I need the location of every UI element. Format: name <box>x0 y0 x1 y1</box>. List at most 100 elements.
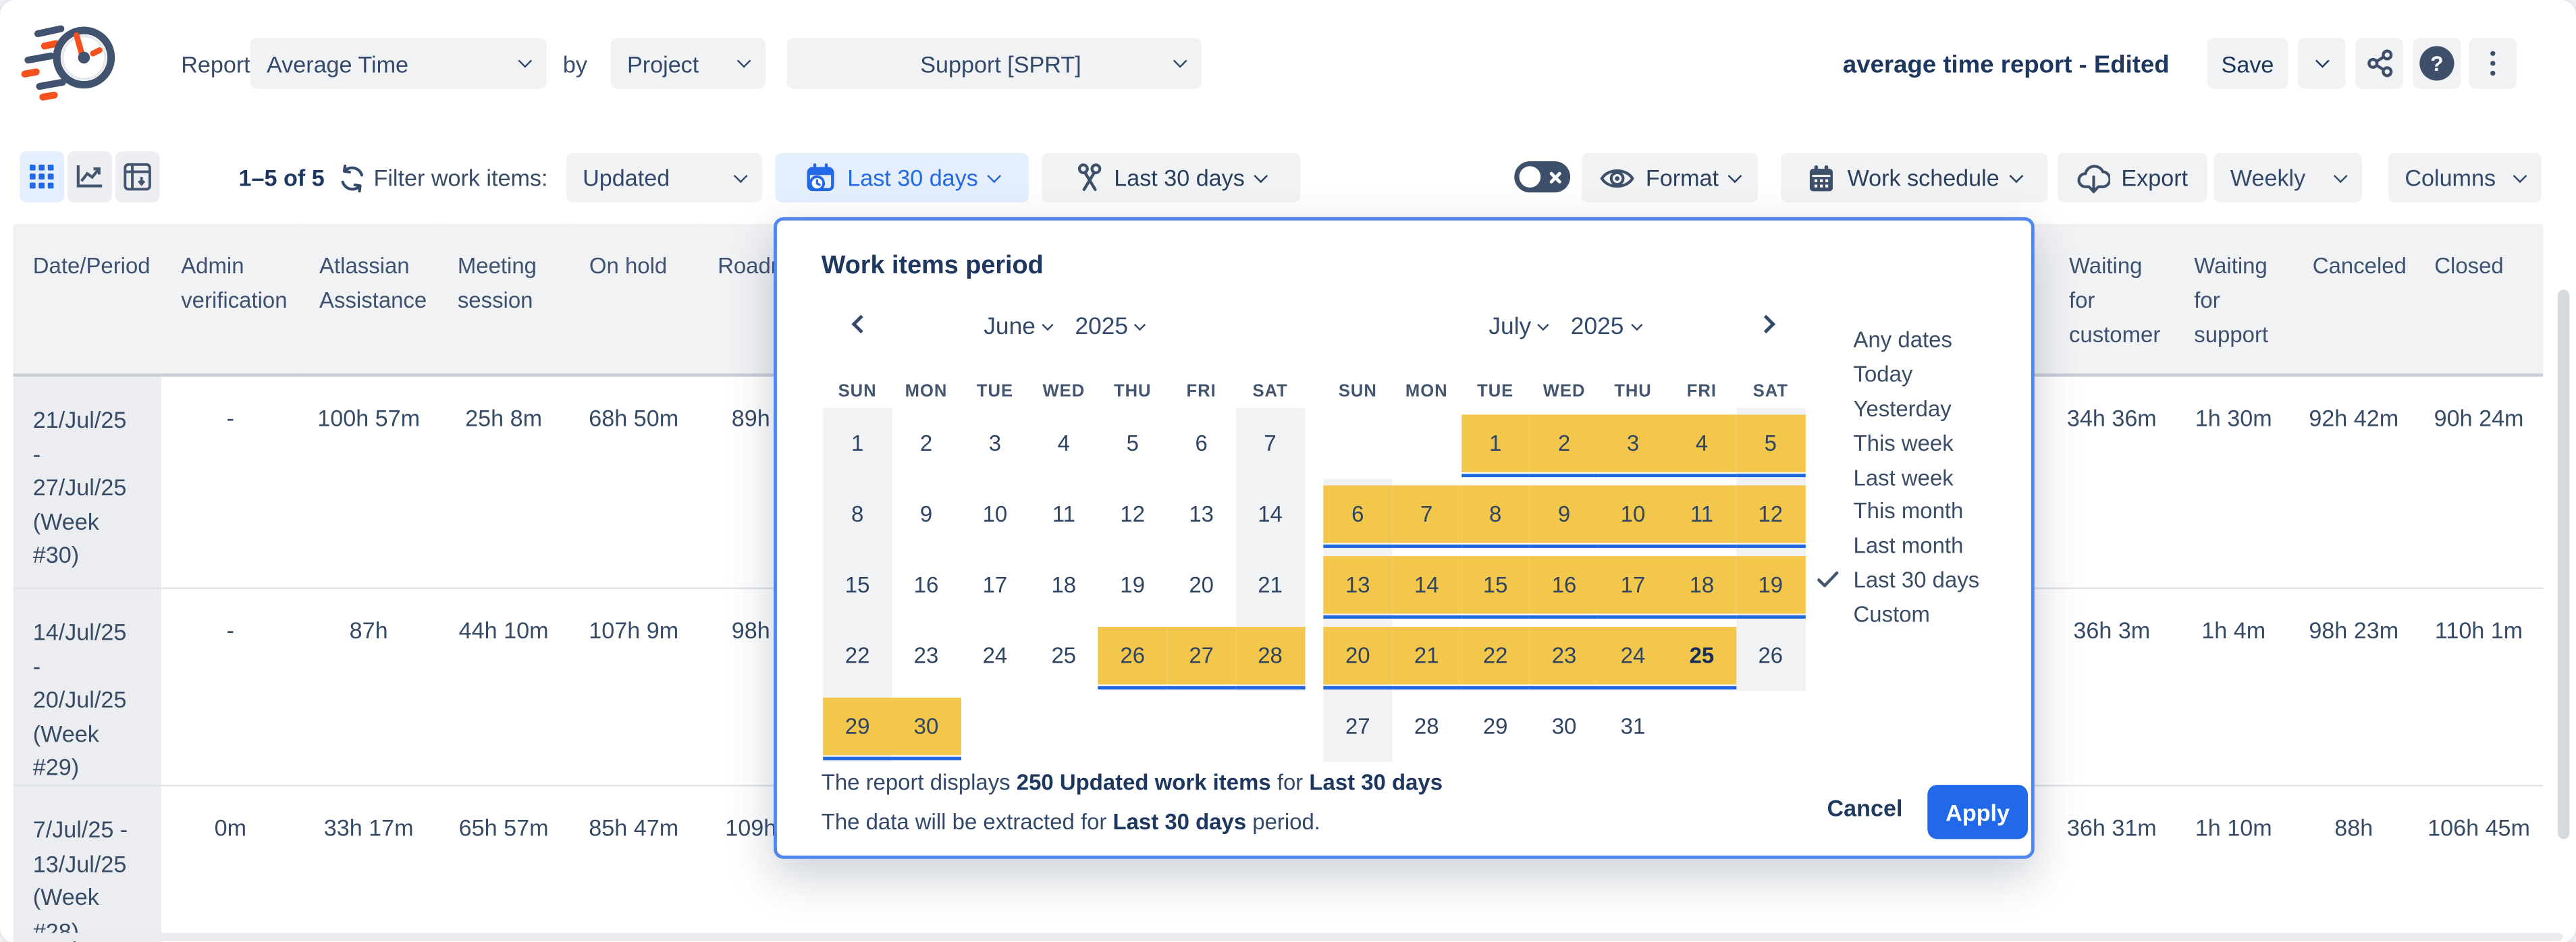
format-button[interactable]: Format <box>1582 153 1758 202</box>
calendar-day[interactable]: 31 <box>1599 691 1667 762</box>
calendar-day[interactable]: 27 <box>1323 691 1392 762</box>
calendar-day[interactable]: 2 <box>892 408 961 479</box>
calendar-day[interactable]: 15 <box>1461 549 1530 620</box>
calendar-day[interactable]: 16 <box>1530 549 1599 620</box>
calendar-day[interactable]: 21 <box>1236 549 1305 620</box>
calendar-day[interactable]: 22 <box>823 620 892 691</box>
work-schedule-button[interactable]: Work schedule <box>1781 153 2047 202</box>
calendar-day[interactable]: 28 <box>1236 620 1305 691</box>
calendar-day[interactable]: 19 <box>1098 549 1167 620</box>
share-button[interactable] <box>2355 38 2403 89</box>
calendar-day[interactable]: 24 <box>1599 620 1667 691</box>
help-button[interactable]: ? <box>2413 38 2461 89</box>
calendar-day[interactable]: 12 <box>1736 479 1805 550</box>
calendar-day[interactable]: 13 <box>1167 479 1236 550</box>
horizontal-scrollbar[interactable] <box>14 933 2563 941</box>
calendar-day[interactable]: 7 <box>1236 408 1305 479</box>
calendar-day[interactable]: 29 <box>1461 691 1530 762</box>
preset-this-month[interactable]: This month <box>1854 495 2025 529</box>
calendar-day[interactable]: 30 <box>1530 691 1599 762</box>
calendar-day[interactable]: 5 <box>1736 408 1805 479</box>
calendar-day[interactable]: 11 <box>1667 479 1736 550</box>
calendar-day[interactable]: 23 <box>892 620 961 691</box>
project-select[interactable]: Support [SPRT] <box>787 38 1202 89</box>
calendar-day[interactable]: 20 <box>1323 620 1392 691</box>
preset-any-dates[interactable]: Any dates <box>1854 323 2025 357</box>
view-pivot-button[interactable] <box>115 151 160 202</box>
calendar-day[interactable]: 22 <box>1461 620 1530 691</box>
calendar-day[interactable]: 21 <box>1392 620 1461 691</box>
view-grid-button[interactable] <box>20 151 64 202</box>
calendar-day[interactable]: 14 <box>1236 479 1305 550</box>
preset-yesterday[interactable]: Yesterday <box>1854 391 2025 426</box>
calendar-day[interactable]: 26 <box>1098 620 1167 691</box>
calendar-day[interactable]: 24 <box>961 620 1029 691</box>
refresh-button[interactable] <box>334 160 371 196</box>
preset-this-week[interactable]: This week <box>1854 426 2025 460</box>
calendar-day[interactable]: 7 <box>1392 479 1461 550</box>
calendar-day[interactable]: 12 <box>1098 479 1167 550</box>
calendar-day[interactable]: 14 <box>1392 549 1461 620</box>
preset-last-30-days[interactable]: Last 30 days <box>1854 563 2025 597</box>
preset-last-month[interactable]: Last month <box>1854 529 2025 563</box>
work-items-period-button[interactable]: Last 30 days <box>775 153 1028 202</box>
cancel-button[interactable]: Cancel <box>1827 795 1903 821</box>
preset-custom[interactable]: Custom <box>1854 597 2025 632</box>
calendar-day[interactable]: 13 <box>1323 549 1392 620</box>
calendar-day[interactable]: 28 <box>1392 691 1461 762</box>
vertical-scrollbar[interactable] <box>2558 289 2569 839</box>
calendar-day[interactable]: 8 <box>823 479 892 550</box>
calendar-day[interactable]: 3 <box>1599 408 1667 479</box>
view-chart-button[interactable] <box>68 151 112 202</box>
calendar-day[interactable]: 9 <box>1530 479 1599 550</box>
month-select[interactable]: June <box>984 314 1052 341</box>
calendar-day[interactable]: 6 <box>1167 408 1236 479</box>
trim-period-button[interactable]: Last 30 days <box>1042 153 1300 202</box>
calendar-day[interactable]: 25 <box>1667 620 1736 691</box>
calendar-day[interactable]: 27 <box>1167 620 1236 691</box>
year-select[interactable]: 2025 <box>1571 314 1640 341</box>
calendar-day[interactable]: 17 <box>1599 549 1667 620</box>
calendar-day[interactable]: 18 <box>1667 549 1736 620</box>
calendar-day[interactable]: 23 <box>1530 620 1599 691</box>
filter-field-select[interactable]: Updated <box>566 153 762 202</box>
calendar-day[interactable]: 4 <box>1029 408 1098 479</box>
calendar-day[interactable]: 4 <box>1667 408 1736 479</box>
calendar-day[interactable]: 25 <box>1029 620 1098 691</box>
calendar-day[interactable]: 9 <box>892 479 961 550</box>
display-toggle[interactable] <box>1514 161 1570 192</box>
export-button[interactable]: Export <box>2058 153 2207 202</box>
calendar-day[interactable]: 11 <box>1029 479 1098 550</box>
month-select[interactable]: July <box>1488 314 1547 341</box>
calendar-day[interactable]: 18 <box>1029 549 1098 620</box>
calendar-day[interactable]: 8 <box>1461 479 1530 550</box>
preset-today[interactable]: Today <box>1854 357 2025 391</box>
calendar-day[interactable]: 20 <box>1167 549 1236 620</box>
calendar-day[interactable]: 1 <box>823 408 892 479</box>
calendar-day[interactable]: 29 <box>823 691 892 762</box>
calendar-day[interactable]: 16 <box>892 549 961 620</box>
calendar-day[interactable]: 17 <box>961 549 1029 620</box>
year-select[interactable]: 2025 <box>1075 314 1144 341</box>
calendar-day[interactable]: 10 <box>1599 479 1667 550</box>
calendar-day[interactable]: 5 <box>1098 408 1167 479</box>
preset-last-week[interactable]: Last week <box>1854 460 2025 495</box>
columns-select[interactable]: Columns <box>2388 153 2542 202</box>
calendar-day[interactable]: 10 <box>961 479 1029 550</box>
calendar-day[interactable]: 26 <box>1736 620 1805 691</box>
save-button[interactable]: Save <box>2207 38 2288 89</box>
calendar-day[interactable]: 2 <box>1530 408 1599 479</box>
calendar-day[interactable]: 1 <box>1461 408 1530 479</box>
interval-select[interactable]: Weekly <box>2214 153 2362 202</box>
calendar-day[interactable]: 6 <box>1323 479 1392 550</box>
calendar-day[interactable]: 19 <box>1736 549 1805 620</box>
group-by-select[interactable]: Project <box>611 38 766 89</box>
apply-button[interactable]: Apply <box>1927 785 2028 839</box>
calendar-day[interactable]: 3 <box>961 408 1029 479</box>
more-options-button[interactable] <box>2469 38 2517 89</box>
calendar-day[interactable]: 15 <box>823 549 892 620</box>
calendar-day[interactable]: 30 <box>892 691 961 762</box>
save-options-button[interactable] <box>2298 38 2346 89</box>
day-number <box>1029 697 1098 754</box>
report-type-select[interactable]: Average Time <box>250 38 547 89</box>
